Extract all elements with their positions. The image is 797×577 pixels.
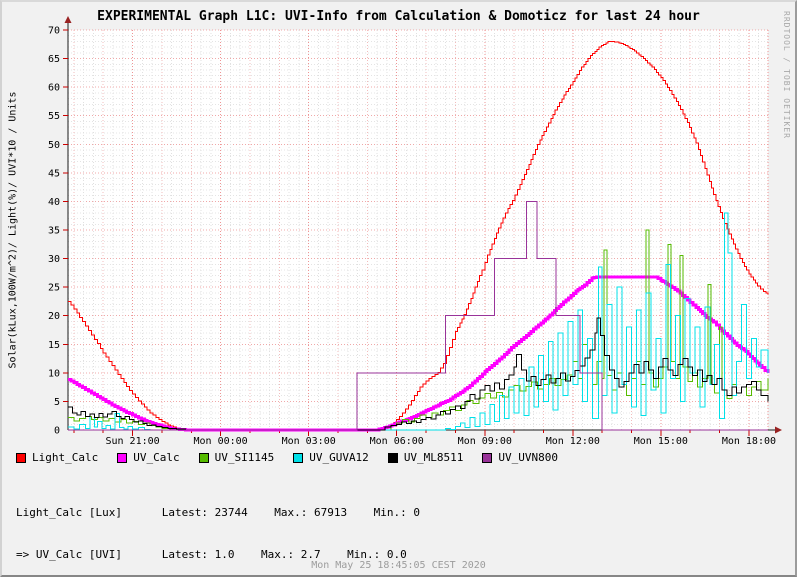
legend-label: UV_Calc: [133, 451, 179, 464]
svg-text:Mon 12:00: Mon 12:00: [546, 436, 600, 447]
svg-text:Mon 15:00: Mon 15:00: [634, 436, 688, 447]
svg-text:60: 60: [48, 83, 60, 94]
uv-guva12-swatch-icon: [293, 453, 303, 463]
svg-text:25: 25: [48, 283, 60, 294]
legend-item-uv-ml8511: UV_ML8511: [388, 451, 464, 464]
svg-text:70: 70: [48, 26, 60, 37]
svg-text:Mon 18:00: Mon 18:00: [722, 436, 776, 447]
svg-text:35: 35: [48, 226, 60, 237]
legend-item-uv-uvn800: UV_UVN800: [482, 451, 558, 464]
legend-item-uv-guva12: UV_GUVA12: [293, 451, 369, 464]
svg-text:Mon 06:00: Mon 06:00: [370, 436, 424, 447]
svg-text:Mon 00:00: Mon 00:00: [194, 436, 248, 447]
svg-text:Mon 03:00: Mon 03:00: [282, 436, 336, 447]
legend-item-uv-si1145: UV_SI1145: [199, 451, 275, 464]
legend-label: UV_UVN800: [498, 451, 558, 464]
svg-text:10: 10: [48, 368, 60, 379]
svg-text:45: 45: [48, 168, 60, 179]
legend-row: Light_Calc UV_Calc UV_SI1145 UV_GUVA12 U…: [16, 451, 577, 464]
svg-text:55: 55: [48, 111, 60, 122]
legend-label: UV_ML8511: [404, 451, 464, 464]
legend-item-uv-calc: UV_Calc: [117, 451, 179, 464]
legend-label: UV_SI1145: [215, 451, 275, 464]
svg-text:0: 0: [54, 426, 60, 437]
svg-text:15: 15: [48, 340, 60, 351]
legend-label: Light_Calc: [32, 451, 98, 464]
legend-item-light-calc: Light_Calc: [16, 451, 98, 464]
svg-text:40: 40: [48, 197, 60, 208]
svg-text:30: 30: [48, 254, 60, 265]
uv-ml8511-swatch-icon: [388, 453, 398, 463]
rrdtool-graph-window: EXPERIMENTAL Graph L1C: UVI-Info from Ca…: [0, 0, 797, 577]
uv-uvn800-swatch-icon: [482, 453, 492, 463]
legend-label: UV_GUVA12: [309, 451, 369, 464]
svg-text:65: 65: [48, 54, 60, 65]
svg-text:5: 5: [54, 397, 60, 408]
svg-text:Mon 09:00: Mon 09:00: [458, 436, 512, 447]
uv-calc-swatch-icon: [117, 453, 127, 463]
stats-line-light-calc: Light_Calc [Lux] Latest: 23744 Max.: 679…: [16, 506, 420, 520]
svg-text:50: 50: [48, 140, 60, 151]
svg-text:Sun 21:00: Sun 21:00: [105, 436, 159, 447]
svg-text:20: 20: [48, 311, 60, 322]
light-calc-swatch-icon: [16, 453, 26, 463]
generation-timestamp: Mon May 25 18:45:05 CEST 2020: [2, 560, 795, 571]
uv-si1145-swatch-icon: [199, 453, 209, 463]
